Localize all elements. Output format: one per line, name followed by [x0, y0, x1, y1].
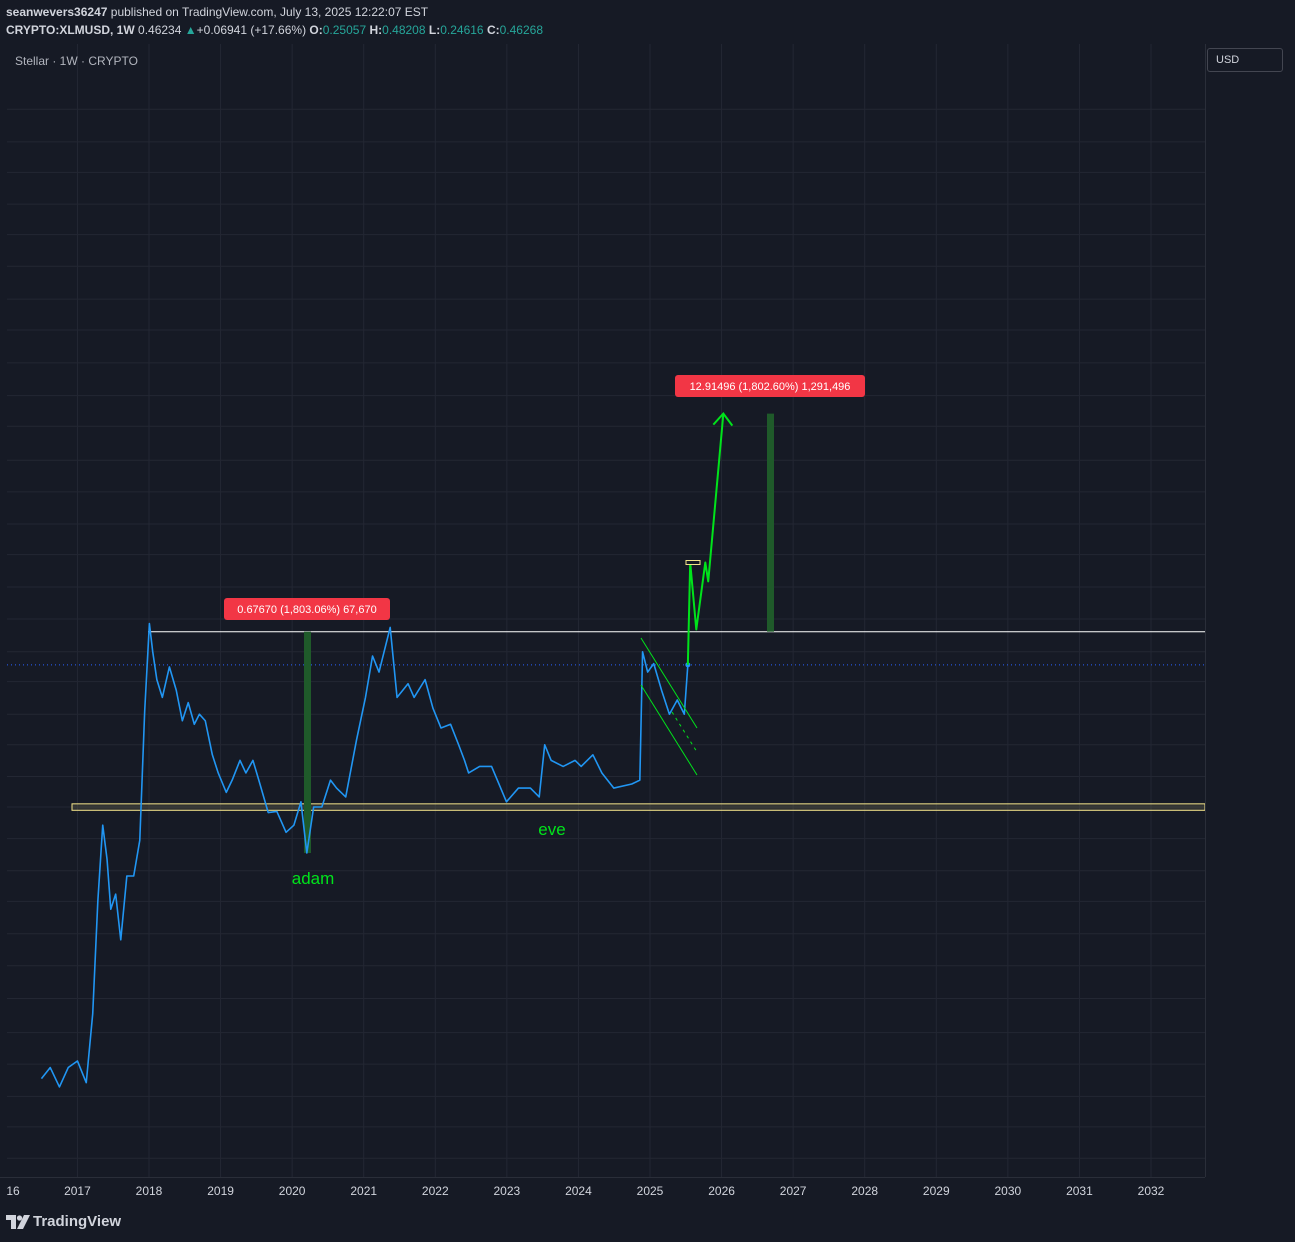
- tradingview-brand: TradingView: [33, 1213, 122, 1230]
- channel-mid-line: [671, 711, 698, 753]
- projection-path: [686, 413, 725, 665]
- tradingview-logo[interactable]: TradingView: [6, 1213, 121, 1230]
- time-axis[interactable]: [0, 1177, 1205, 1205]
- currency-button[interactable]: USD: [1207, 48, 1283, 72]
- chart-canvas[interactable]: 0.67670 (1,803.06%) 67,670 12.91496 (1,80…: [0, 0, 1295, 1205]
- label-adam: adam: [292, 869, 335, 888]
- footer: [0, 1205, 1295, 1242]
- measure-layer: [304, 413, 774, 854]
- grid-lines: [7, 44, 1205, 1177]
- label-eve: eve: [538, 820, 565, 839]
- price-line-xlmusd: [40, 622, 689, 1088]
- price-line-layer: [40, 622, 691, 1088]
- chart-legend-title[interactable]: Stellar · 1W · CRYPTO: [15, 54, 138, 68]
- support-zone: [71, 803, 1206, 811]
- target-marker: [685, 560, 701, 566]
- measure-label-right: 12.91496 (1,802.60%) 1,291,496: [690, 381, 851, 393]
- measure-bar-left: [304, 631, 311, 854]
- tradingview-logo-icon: [6, 1214, 30, 1229]
- support-zone-layer: [7, 631, 1206, 811]
- measure-bar-right: [767, 413, 774, 632]
- axis-labels: 740.00000480.00000320.00000210.00000140.…: [6, 104, 1264, 1198]
- price-axis[interactable]: [1205, 44, 1295, 1177]
- channel-lower-line: [640, 684, 698, 776]
- measure-label-left: 0.67670 (1,803.06%) 67,670: [237, 604, 376, 616]
